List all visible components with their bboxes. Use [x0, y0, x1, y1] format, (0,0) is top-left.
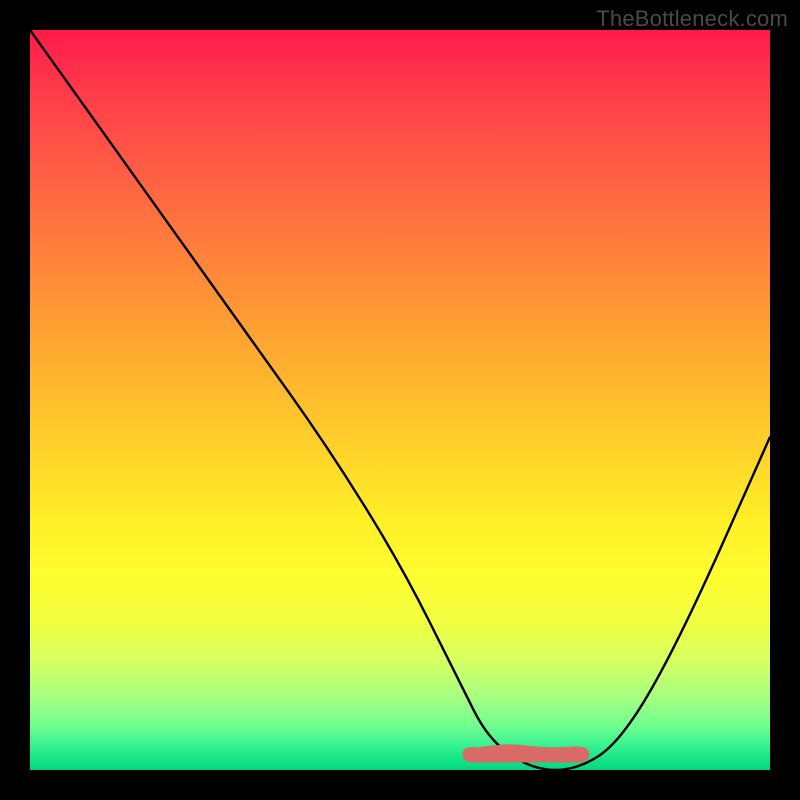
chart-plot-area	[30, 30, 770, 770]
watermark-text: TheBottleneck.com	[596, 6, 788, 32]
optimal-zone-shape	[463, 745, 589, 762]
optimal-zone-marker	[30, 30, 770, 770]
